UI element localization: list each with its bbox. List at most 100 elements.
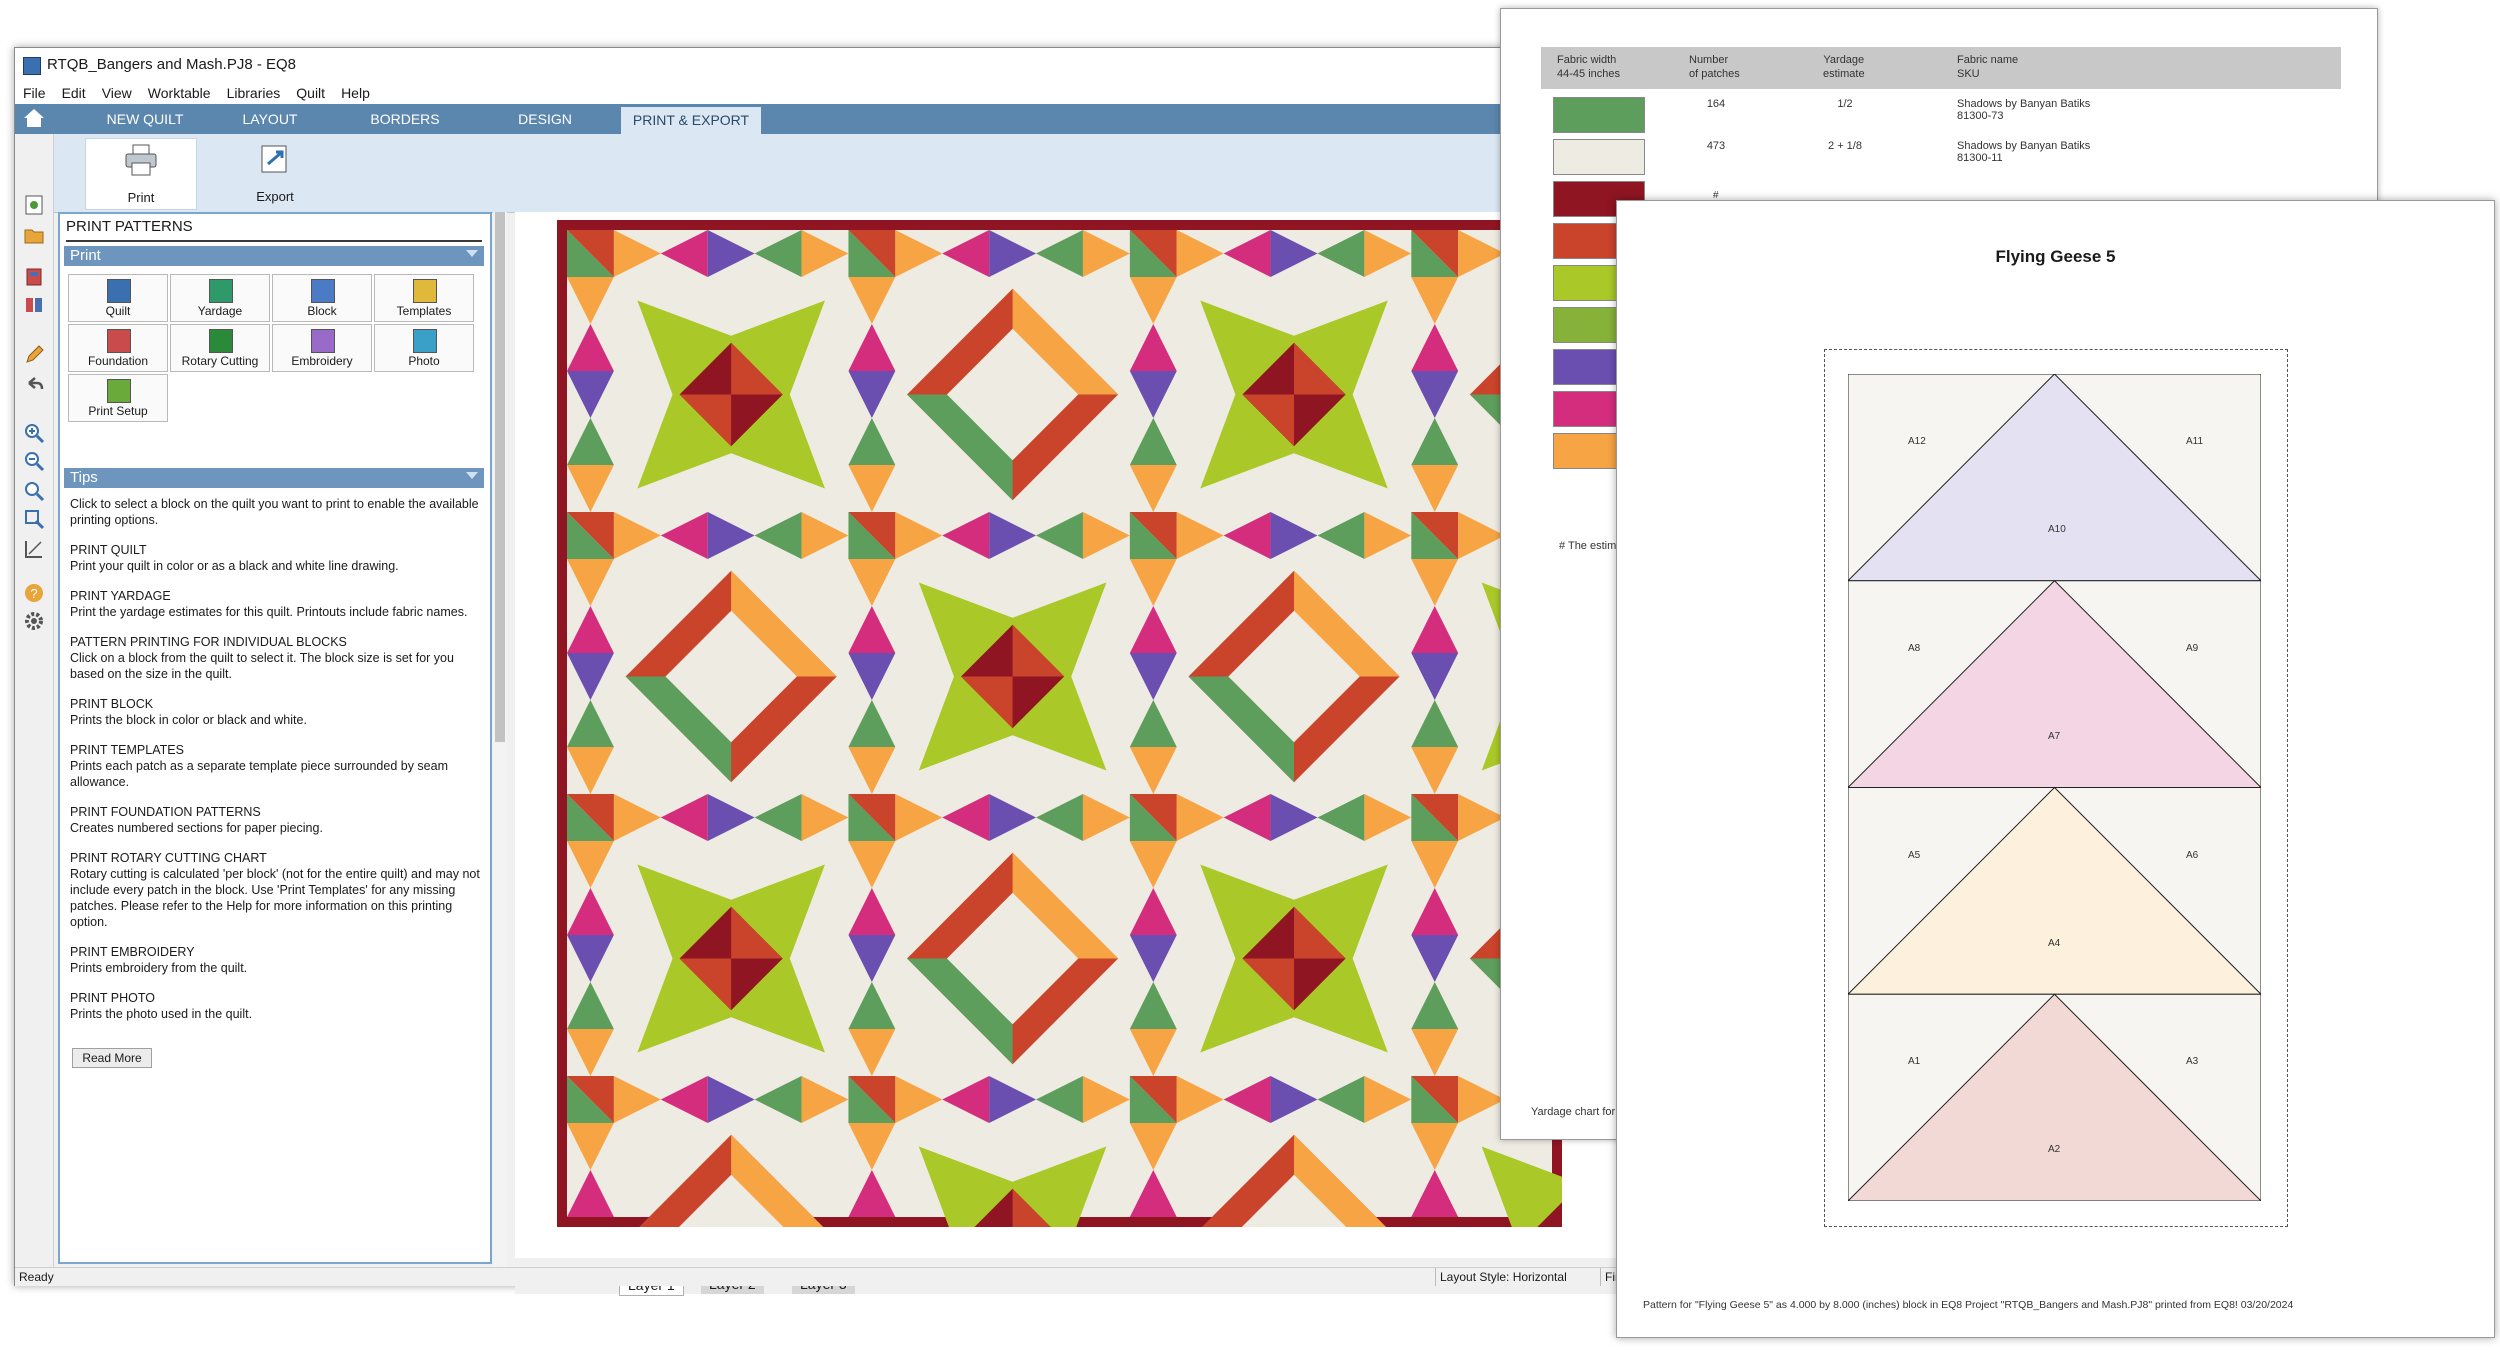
menu-file[interactable]: File	[15, 82, 54, 104]
grid-icon[interactable]	[23, 538, 45, 560]
print-section-label: Print	[70, 247, 101, 264]
print-photo-button[interactable]: Photo	[374, 324, 474, 372]
print-ribbon-label: Print	[127, 190, 155, 205]
left-toolbar: ?	[15, 134, 54, 1274]
menu-help[interactable]: Help	[333, 82, 378, 104]
tab-layout[interactable]: LAYOUT	[215, 104, 325, 134]
foundation-icon	[107, 329, 131, 353]
flying-geese-diagram	[1848, 374, 2261, 1201]
print-yardage-button[interactable]: Yardage	[170, 274, 270, 322]
help-icon[interactable]: ?	[23, 582, 45, 604]
open-folder-icon[interactable]	[23, 224, 45, 246]
print-ribbon-button[interactable]: Print	[85, 138, 197, 210]
tips-section-header[interactable]: Tips	[64, 468, 484, 488]
print-rotary-cutting-button[interactable]: Rotary Cutting	[170, 324, 270, 372]
title-bar: RTQB_Bangers and Mash.PJ8 - EQ8	[15, 48, 1620, 82]
menu-worktable[interactable]: Worktable	[140, 82, 219, 104]
tip-paragraph: PRINT TEMPLATES Prints each patch as a se…	[70, 742, 480, 790]
home-icon[interactable]	[23, 108, 45, 128]
yardage-yardage-cell: 1/2	[1837, 98, 1853, 110]
tip-heading: PATTERN PRINTING FOR INDIVIDUAL BLOCKS	[70, 635, 347, 649]
panel-scrollbar[interactable]	[493, 212, 507, 1274]
patch-label: A5	[1908, 849, 1921, 861]
tip-heading: PRINT BLOCK	[70, 697, 154, 711]
undo-icon[interactable]	[23, 374, 45, 396]
new-project-icon[interactable]	[23, 194, 45, 216]
svg-text:?: ?	[30, 586, 37, 601]
tip-paragraph: PRINT FOUNDATION PATTERNS Creates numbere…	[70, 804, 480, 836]
print-print-setup-label: Print Setup	[88, 404, 148, 418]
print-photo-label: Photo	[408, 354, 440, 368]
header-fabric-width-line1: Fabric width	[1557, 54, 1617, 66]
zoom-out-icon[interactable]	[23, 450, 45, 472]
print-quilt-button[interactable]: Quilt	[68, 274, 168, 322]
tip-heading: PRINT ROTARY CUTTING CHART	[70, 851, 267, 865]
patch-label: A3	[2186, 1056, 2199, 1068]
ribbon: Print Export	[15, 134, 1620, 213]
pattern-footer: Pattern for "Flying Geese 5" as 4.000 by…	[1643, 1299, 2294, 1311]
settings-gear-icon[interactable]	[23, 610, 45, 632]
pattern-title: Flying Geese 5	[1995, 247, 2116, 266]
patch-label: A4	[2048, 937, 2061, 949]
yardage-sku-cell: 81300-73	[1957, 110, 2004, 122]
yardage-icon	[209, 279, 233, 303]
tab-borders[interactable]: BORDERS	[345, 104, 465, 134]
tab-design[interactable]: DESIGN	[485, 104, 605, 134]
yardage-patches-cell: 164	[1706, 98, 1726, 110]
print-block-button[interactable]: Block	[272, 274, 372, 322]
status-bar: Ready Layout Style: Horizontal Fin	[15, 1267, 1622, 1286]
library-icon[interactable]	[23, 294, 45, 316]
quilt-icon	[107, 279, 131, 303]
menu-quilt[interactable]: Quilt	[288, 82, 333, 104]
print-patterns-panel: PRINT PATTERNS Print Quilt Yardage Block Te…	[58, 212, 492, 1264]
read-more-button[interactable]: Read More	[72, 1048, 152, 1068]
print-templates-button[interactable]: Templates	[374, 274, 474, 322]
pencil-icon[interactable]	[23, 344, 45, 366]
tip-paragraph: PRINT PHOTO Prints the photo used in the …	[70, 990, 480, 1022]
tip-body: Rotary cutting is calculated 'per block'…	[70, 867, 480, 929]
tip-heading: PRINT FOUNDATION PATTERNS	[70, 805, 261, 819]
yardage-header-row: Fabric width 44-45 inches Number of patche…	[1541, 47, 2341, 89]
header-fabric-name-line1: Fabric name	[1957, 54, 2019, 66]
tip-paragraph: PRINT BLOCK Prints the block in color or …	[70, 696, 480, 728]
header-patches: Number of patches	[1689, 53, 1740, 81]
menu-libraries[interactable]: Libraries	[219, 82, 289, 104]
tip-body: Prints each patch as a separate template…	[70, 759, 448, 789]
sketchbook-icon[interactable]	[23, 266, 45, 288]
tab-new-quilt[interactable]: NEW QUILT	[85, 104, 205, 134]
scrollbar-thumb[interactable]	[495, 212, 505, 742]
print-embroidery-button[interactable]: Embroidery	[272, 324, 372, 372]
tip-body: Prints the photo used in the quilt.	[70, 1007, 253, 1021]
tip-body: Creates numbered sections for paper piec…	[70, 821, 323, 835]
tip-paragraph: PRINT YARDAGE Print the yardage estimates…	[70, 588, 480, 620]
tip-heading: PRINT EMBROIDERY	[70, 945, 195, 959]
menu-edit[interactable]: Edit	[54, 82, 94, 104]
embroidery-icon	[311, 329, 335, 353]
collapse-chevron-icon[interactable]	[466, 250, 478, 257]
print-foundation-button[interactable]: Foundation	[68, 324, 168, 372]
zoom-in-icon[interactable]	[23, 422, 45, 444]
tip-paragraph: PRINT EMBROIDERY Prints embroidery from t…	[70, 944, 480, 976]
yardage-footnote: # The estim	[1559, 540, 1617, 552]
print-section-header[interactable]: Print	[64, 246, 484, 266]
export-ribbon-button[interactable]: Export	[220, 138, 330, 208]
block-pattern-printout: Flying Geese 5 A12 A11 A10 A8 A9 A7 A5 A6 A4 A1 A3…	[1616, 200, 2495, 1338]
menu-view[interactable]: View	[94, 82, 140, 104]
header-fabric-width-line2: 44-45 inches	[1557, 68, 1620, 80]
patch-label: A12	[1908, 436, 1926, 447]
print-quilt-label: Quilt	[105, 304, 131, 318]
yardage-footer: Yardage chart for "	[1531, 1106, 1623, 1118]
menu-bar: File Edit View Worktable Libraries Quilt Help	[15, 82, 1620, 104]
tab-print-export[interactable]: PRINT & EXPORT	[621, 107, 761, 134]
main-tab-bar: NEW QUILT LAYOUT BORDERS DESIGN PRINT & …	[15, 104, 1620, 134]
collapse-chevron-icon[interactable]	[466, 472, 478, 479]
zoom-area-icon[interactable]	[23, 508, 45, 530]
tip-paragraph: PRINT QUILT Print your quilt in color or …	[70, 542, 480, 574]
print-templates-label: Templates	[396, 304, 452, 318]
tip-body: Prints the block in color or black and w…	[70, 713, 307, 727]
header-yardage-line1: Yardage	[1823, 54, 1865, 66]
print-print-setup-button[interactable]: Print Setup	[68, 374, 168, 422]
patch-label: A7	[2048, 730, 2061, 742]
quilt-image[interactable]	[557, 220, 1562, 1227]
fit-to-window-icon[interactable]	[23, 480, 45, 502]
